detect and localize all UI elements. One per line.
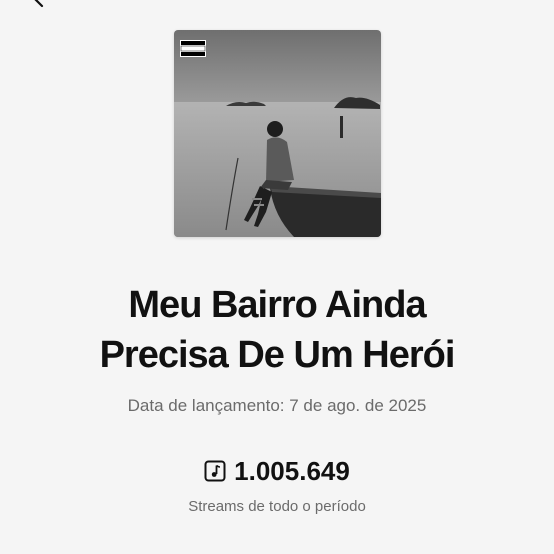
back-button[interactable]: [26, 0, 50, 10]
streams-row: 1.005.649: [0, 456, 554, 486]
album-title-line-2: Precisa De Um Herói: [99, 334, 456, 376]
streams-label: Streams de todo o período: [188, 498, 366, 515]
album-cover: [174, 30, 381, 237]
chevron-left-icon: [34, 0, 44, 8]
album-title: Meu Bairro Ainda Precisa De Um Herói: [0, 280, 554, 380]
album-title-line-1: Meu Bairro Ainda: [128, 284, 426, 326]
music-note-icon: [204, 460, 226, 482]
streams-count: 1.005.649: [234, 456, 350, 486]
release-date: Data de lançamento: 7 de ago. de 2025: [127, 396, 427, 415]
